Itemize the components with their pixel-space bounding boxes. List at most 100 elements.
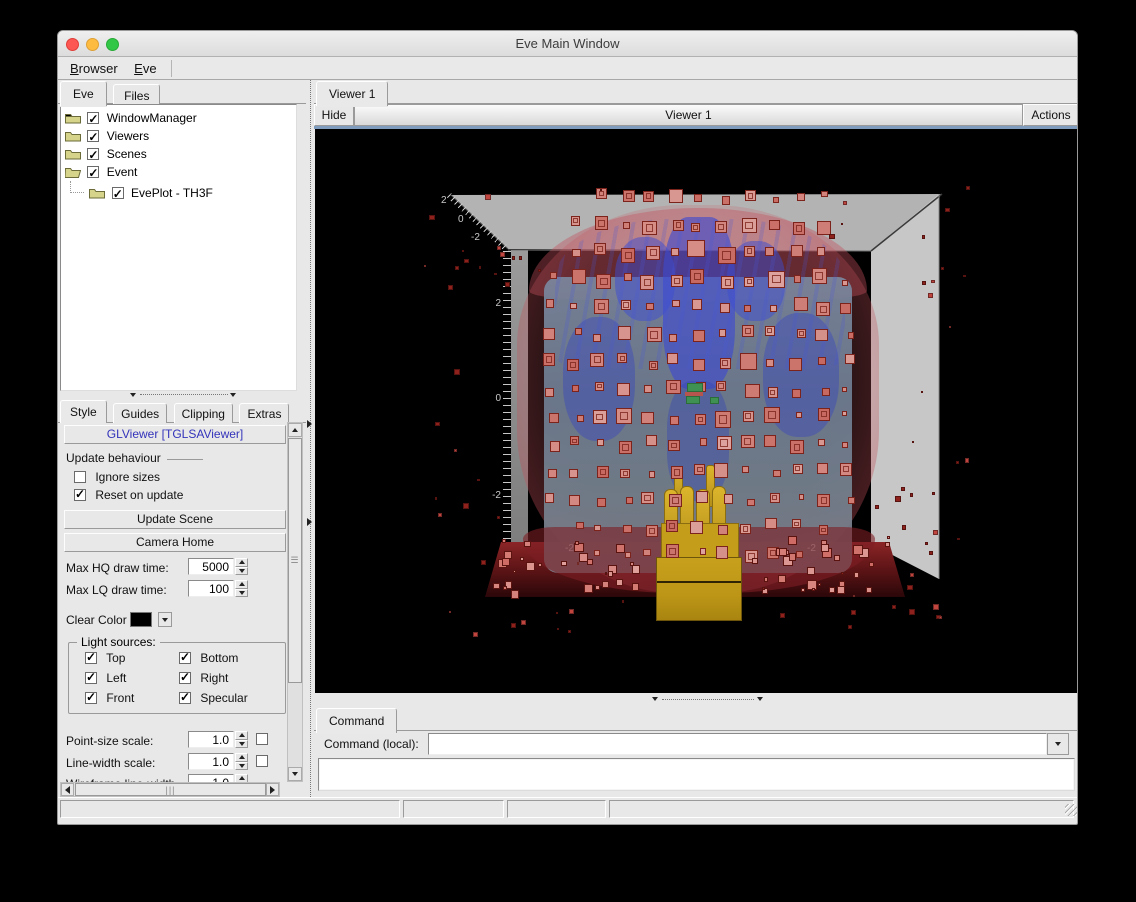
light-bottom-row[interactable]: Bottom <box>179 651 238 665</box>
line-width-value[interactable]: 1.0 <box>188 753 234 770</box>
menu-browser[interactable]: Browser <box>64 60 124 77</box>
scrollbar-thumb[interactable]: ☰ <box>288 438 302 683</box>
style-horizontal-scrollbar[interactable]: ||| <box>60 782 280 797</box>
point-size-value[interactable]: 1.0 <box>188 731 234 748</box>
resize-grip-icon[interactable] <box>1065 804 1077 816</box>
light-left-row[interactable]: Left <box>85 671 126 685</box>
gl-viewport[interactable]: 2 0 -2 2 0 -2 -2 -2 <box>315 129 1078 693</box>
command-input[interactable] <box>428 733 1047 755</box>
vertical-splitter[interactable] <box>306 80 314 797</box>
light-right-row[interactable]: Right <box>179 671 228 685</box>
tree-row-event[interactable]: Event <box>61 163 296 181</box>
light-specular-row[interactable]: Specular <box>179 691 248 705</box>
spin-up-icon[interactable] <box>235 580 248 589</box>
tab-files[interactable]: Files <box>113 84 160 106</box>
h3-box <box>842 280 849 287</box>
line-width-checkbox[interactable] <box>256 755 268 767</box>
scrollbar-thumb[interactable]: ||| <box>75 783 266 796</box>
tab-guides[interactable]: Guides <box>113 403 167 423</box>
h3-box <box>821 191 827 197</box>
light-left-checkbox[interactable] <box>85 672 97 684</box>
tab-viewer-1[interactable]: Viewer 1 <box>316 81 388 106</box>
reset-on-update-checkbox[interactable] <box>74 489 86 501</box>
h3-box <box>912 441 914 443</box>
light-bottom-checkbox[interactable] <box>179 652 191 664</box>
h3-box <box>690 269 704 283</box>
tree-checkbox[interactable] <box>87 148 99 160</box>
ignore-sizes-row[interactable]: Ignore sizes <box>74 470 160 484</box>
axis-label: 2 <box>441 195 447 206</box>
hide-button[interactable]: Hide <box>314 104 354 126</box>
tab-command[interactable]: Command <box>316 708 397 733</box>
light-top-row[interactable]: Top <box>85 651 125 665</box>
wireframe-value[interactable]: 1.0 <box>188 774 234 782</box>
light-front-row[interactable]: Front <box>85 691 134 705</box>
tree-checkbox[interactable] <box>87 166 99 178</box>
spin-up-icon[interactable] <box>235 753 248 762</box>
point-size-spinner[interactable]: 1.0 <box>188 731 248 748</box>
spin-down-icon[interactable] <box>235 589 248 598</box>
reset-on-update-row[interactable]: Reset on update <box>74 488 183 502</box>
h3-box <box>617 353 627 363</box>
max-hq-value[interactable]: 5000 <box>188 558 234 575</box>
light-front-checkbox[interactable] <box>85 692 97 704</box>
scroll-left-icon[interactable] <box>61 783 74 796</box>
tree-row-scenes[interactable]: Scenes <box>61 145 296 163</box>
h3-box <box>696 491 708 503</box>
clear-color-swatch[interactable] <box>130 612 152 627</box>
h3-box <box>667 353 679 365</box>
horizontal-splitter[interactable] <box>314 693 1078 707</box>
h3-box <box>752 558 758 564</box>
camera-home-button[interactable]: Camera Home <box>64 533 286 552</box>
eve-tree[interactable]: WindowManager Viewers Scenes Event EvePl… <box>60 104 297 391</box>
h3-box <box>928 293 933 298</box>
ignore-sizes-checkbox[interactable] <box>74 471 86 483</box>
menu-eve[interactable]: Eve <box>128 60 162 77</box>
scroll-right-icon[interactable] <box>266 783 279 796</box>
tree-checkbox[interactable] <box>112 187 124 199</box>
spin-down-icon[interactable] <box>235 762 248 771</box>
max-hq-spinner[interactable]: 5000 <box>188 558 248 575</box>
h3-box <box>963 275 966 278</box>
horizontal-splitter[interactable] <box>58 391 306 399</box>
h3-box <box>766 359 774 367</box>
h3-box <box>511 590 520 599</box>
max-lq-spinner[interactable]: 100 <box>188 580 248 597</box>
max-lq-value[interactable]: 100 <box>188 580 234 597</box>
wireframe-spinner[interactable]: 1.0 <box>188 774 248 782</box>
spin-up-icon[interactable] <box>235 558 248 567</box>
combo-dropdown-icon[interactable] <box>1047 733 1069 755</box>
scroll-up-icon[interactable] <box>288 423 302 437</box>
red-center-stripe <box>685 392 703 396</box>
update-scene-button[interactable]: Update Scene <box>64 510 286 529</box>
line-width-spinner[interactable]: 1.0 <box>188 753 248 770</box>
axis-label: -2 <box>807 543 816 554</box>
tab-eve[interactable]: Eve <box>60 81 107 106</box>
spin-down-icon[interactable] <box>235 567 248 576</box>
style-vertical-scrollbar[interactable]: ☰ <box>287 422 303 782</box>
tab-clipping[interactable]: Clipping <box>174 403 233 423</box>
point-size-checkbox[interactable] <box>256 733 268 745</box>
spin-up-icon[interactable] <box>235 731 248 740</box>
tree-checkbox[interactable] <box>87 112 99 124</box>
color-dropdown-icon[interactable] <box>158 612 172 627</box>
h3-box <box>621 248 635 262</box>
tree-row-eveplot[interactable]: EvePlot - TH3F <box>61 181 296 199</box>
tree-row-windowmanager[interactable]: WindowManager <box>61 109 296 127</box>
h3-box <box>792 389 801 398</box>
light-specular-checkbox[interactable] <box>179 692 191 704</box>
titlebar[interactable]: Eve Main Window <box>58 31 1077 57</box>
command-combobox[interactable] <box>428 733 1069 755</box>
glviewer-button[interactable]: GLViewer [TGLSAViewer] <box>64 425 286 444</box>
spin-up-icon[interactable] <box>235 774 248 782</box>
tab-extras[interactable]: Extras <box>239 403 289 423</box>
light-right-checkbox[interactable] <box>179 672 191 684</box>
light-top-checkbox[interactable] <box>85 652 97 664</box>
spin-down-icon[interactable] <box>235 740 248 749</box>
scroll-down-icon[interactable] <box>288 767 302 781</box>
tab-style[interactable]: Style <box>60 400 107 423</box>
tree-checkbox[interactable] <box>87 130 99 142</box>
viewer-title[interactable]: Viewer 1 <box>354 104 1023 126</box>
actions-button[interactable]: Actions <box>1023 104 1078 126</box>
tree-row-viewers[interactable]: Viewers <box>61 127 296 145</box>
